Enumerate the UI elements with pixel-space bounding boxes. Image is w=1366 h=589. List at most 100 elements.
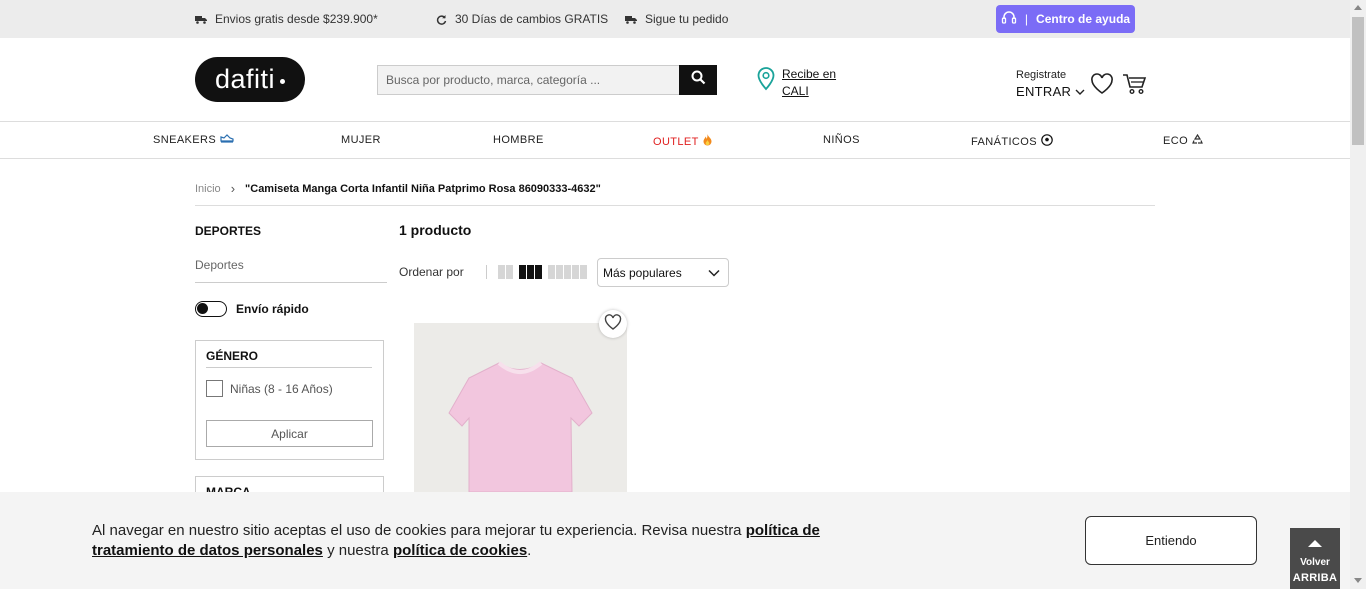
- nav-label-outlet: OUTLET: [653, 135, 699, 148]
- free-shipping-notice[interactable]: Envios gratis desde $239.900*: [195, 12, 378, 26]
- cookie-policy-link[interactable]: política de cookies: [393, 542, 527, 559]
- cart-button[interactable]: [1122, 73, 1147, 100]
- fast-shipping-toggle[interactable]: Envío rápido: [195, 301, 309, 317]
- sneaker-icon: [220, 134, 234, 146]
- search-bar: [377, 65, 717, 95]
- nav-item-ninos[interactable]: NIÑOS: [823, 134, 860, 146]
- results-count: 1 producto: [399, 222, 472, 238]
- nav-item-mujer[interactable]: MUJER: [341, 134, 381, 146]
- recycle-icon: [1192, 133, 1203, 148]
- gender-filter-divider: [206, 367, 372, 368]
- nav-label-hombre: HOMBRE: [493, 134, 544, 146]
- cart-icon: [1122, 74, 1147, 99]
- accept-cookies-button[interactable]: Entiendo: [1085, 516, 1257, 565]
- chevron-down-icon: [1075, 84, 1085, 99]
- chevron-down-icon: [708, 266, 720, 280]
- scrollbar-thumb[interactable]: [1352, 17, 1364, 145]
- sort-select[interactable]: Más populares: [597, 258, 729, 287]
- cookie-message: Al navegar en nuestro sitio aceptas el u…: [92, 521, 882, 561]
- breadcrumb-home[interactable]: Inicio: [195, 183, 221, 195]
- logo-text: dafiti: [214, 64, 276, 94]
- site-header: dafiti Recibe en CALI Registrate ENTRAR: [0, 38, 1350, 122]
- top-bar: Envios gratis desde $239.900* 30 Días de…: [0, 0, 1350, 38]
- nav-item-fanaticos[interactable]: FANÁTICOS: [971, 134, 1053, 149]
- nav-item-eco[interactable]: ECO: [1163, 133, 1203, 148]
- checkbox[interactable]: [206, 380, 223, 397]
- divider: [486, 265, 487, 279]
- scrollbar[interactable]: [1350, 0, 1366, 589]
- nav-item-outlet[interactable]: OUTLET: [653, 134, 712, 149]
- location-city: CALI: [782, 84, 809, 98]
- fire-icon: [703, 134, 712, 149]
- category-nav: SNEAKERS MUJER HOMBRE OUTLET NIÑOS FANÁT…: [0, 122, 1350, 159]
- grid-view-selector: [486, 265, 599, 279]
- fast-shipping-label: Envío rápido: [236, 302, 309, 316]
- gender-option-label: Niñas (8 - 16 Años): [230, 381, 333, 396]
- sort-value: Más populares: [603, 265, 682, 280]
- apply-filter-button[interactable]: Aplicar: [206, 420, 373, 447]
- gender-filter: GÉNERO Niñas (8 - 16 Años) Aplicar: [195, 340, 384, 460]
- grid-2-columns-icon[interactable]: [498, 265, 513, 279]
- truck-icon: [195, 13, 207, 25]
- help-center-label: Centro de ayuda: [1036, 12, 1131, 26]
- pink-tshirt-image: [448, 361, 593, 492]
- dafiti-logo[interactable]: dafiti: [195, 57, 305, 102]
- sort-label: Ordenar por: [399, 265, 464, 279]
- grid-5-columns-icon[interactable]: [548, 265, 587, 279]
- track-order-text: Sigue tu pedido: [645, 12, 729, 26]
- arrow-up-icon: [1308, 540, 1322, 547]
- login-dropdown[interactable]: ENTRAR: [1016, 84, 1085, 99]
- truck-icon: [625, 13, 637, 25]
- register-link[interactable]: Registrate: [1016, 69, 1085, 81]
- refresh-icon: [435, 13, 447, 25]
- nav-label-eco: ECO: [1163, 135, 1189, 147]
- search-button[interactable]: [679, 65, 717, 95]
- back-to-top-line2: ARRIBA: [1292, 572, 1338, 584]
- wishlist-button[interactable]: [1090, 73, 1114, 100]
- gender-option-ninas[interactable]: Niñas (8 - 16 Años): [206, 380, 333, 397]
- breadcrumb-separator: ›: [230, 181, 236, 196]
- nav-label-ninos: NIÑOS: [823, 134, 860, 146]
- heart-icon: [604, 313, 622, 335]
- product-wishlist-button[interactable]: [599, 310, 627, 338]
- delivery-location[interactable]: Recibe en CALI: [756, 66, 836, 100]
- search-input[interactable]: [377, 65, 679, 95]
- nav-label-fanaticos: FANÁTICOS: [971, 135, 1037, 148]
- soccer-ball-icon: [1041, 134, 1053, 149]
- returns-notice[interactable]: 30 Días de cambios GRATIS: [435, 12, 608, 26]
- breadcrumb-divider: [195, 205, 1155, 206]
- sidebar-divider: [195, 282, 387, 283]
- free-shipping-text: Envios gratis desde $239.900*: [215, 12, 378, 26]
- login-label: ENTRAR: [1016, 84, 1072, 99]
- nav-item-sneakers[interactable]: SNEAKERS: [153, 134, 234, 146]
- nav-label-sneakers: SNEAKERS: [153, 134, 217, 146]
- scroll-down-arrow[interactable]: [1354, 578, 1362, 583]
- cookie-text-1: Al navegar en nuestro sitio aceptas el u…: [92, 522, 746, 539]
- gender-filter-title: GÉNERO: [206, 349, 259, 363]
- location-text: Recibe en CALI: [782, 66, 836, 100]
- cookie-text-3: .: [527, 542, 532, 559]
- nav-label-mujer: MUJER: [341, 134, 381, 146]
- scroll-up-arrow[interactable]: [1354, 5, 1362, 10]
- breadcrumb: Inicio › "Camiseta Manga Corta Infantil …: [195, 181, 601, 196]
- grid-3-columns-icon[interactable]: [519, 265, 542, 279]
- back-to-top-line1: Volver: [1300, 557, 1330, 568]
- sidebar-link-deportes[interactable]: Deportes: [195, 258, 244, 272]
- account-menu[interactable]: Registrate ENTRAR: [1016, 69, 1085, 99]
- toggle-switch[interactable]: [195, 301, 227, 317]
- location-label: Recibe en: [782, 67, 837, 81]
- product-card-image[interactable]: [414, 323, 627, 492]
- breadcrumb-current: "Camiseta Manga Corta Infantil Niña Patp…: [245, 182, 601, 195]
- returns-text: 30 Días de cambios GRATIS: [455, 12, 609, 26]
- heart-icon: [1090, 73, 1114, 99]
- back-to-top-button[interactable]: Volver ARRIBA: [1290, 528, 1340, 589]
- toggle-knob: [197, 303, 208, 314]
- help-center-button[interactable]: | Centro de ayuda: [996, 5, 1135, 33]
- nav-item-hombre[interactable]: HOMBRE: [493, 134, 544, 146]
- track-order-link[interactable]: Sigue tu pedido: [625, 12, 728, 26]
- cookie-text-2: y nuestra: [322, 542, 393, 559]
- help-separator: |: [1024, 12, 1029, 26]
- location-pin-icon: [756, 66, 776, 100]
- logo-dot: [280, 79, 286, 84]
- search-icon: [691, 70, 706, 90]
